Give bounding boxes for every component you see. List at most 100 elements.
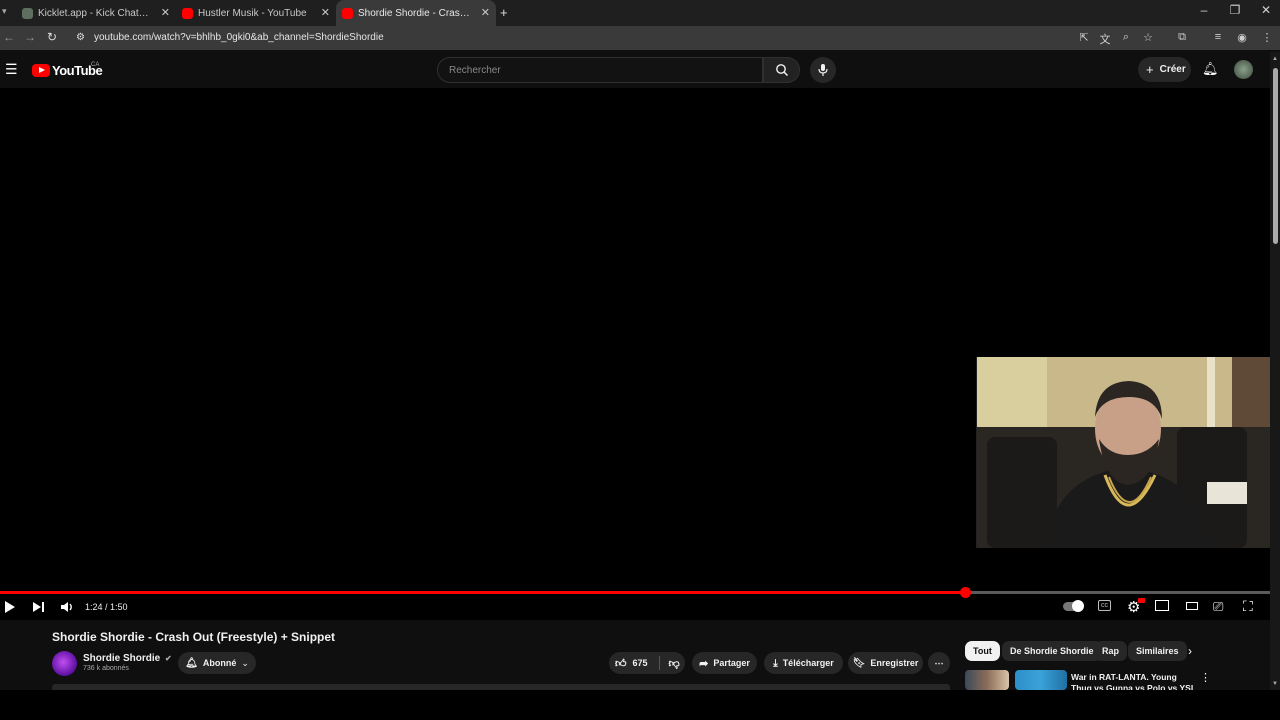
save-bookmark-icon: 🔖︎ (852, 657, 866, 669)
search-icon (776, 64, 789, 77)
chip-all[interactable]: Tout (965, 641, 1000, 661)
hamburger-menu-icon[interactable]: ☰ (5, 61, 18, 78)
create-button[interactable]: + Créer (1138, 57, 1191, 82)
recommendation-title[interactable]: War in RAT-LANTA. Young Thug vs Gunna vs… (1071, 672, 1196, 690)
autoplay-toggle-knob (1072, 600, 1084, 612)
address-bar-row: ← → ↻ ⚙ youtube.com/watch?v=bhlhb_0gki0&… (0, 26, 1280, 50)
bell-icon: 🔔︎ (185, 657, 198, 669)
time-display: 1:24 / 1:50 (85, 602, 128, 612)
profile-icon[interactable]: ◉ (1235, 31, 1249, 44)
chip-rap[interactable]: Rap (1094, 641, 1128, 661)
next-track-icon[interactable] (32, 600, 45, 614)
voice-search-button[interactable] (810, 57, 836, 83)
more-horizontal-icon: ⋯ (934, 657, 944, 668)
share-button[interactable]: ➦ Partager (692, 652, 757, 674)
subscribed-button[interactable]: 🔔︎ Abonné ⌄ (178, 652, 256, 674)
channel-avatar[interactable] (52, 651, 77, 676)
close-tab-icon[interactable]: ✕ (161, 6, 170, 19)
plus-icon: + (1146, 62, 1154, 77)
tab-label: Kicklet.app - Kick Chatbot and (38, 7, 150, 19)
subtitles-icon[interactable]: cc (1098, 600, 1111, 611)
download-icon: ⤓ (773, 657, 778, 669)
webcam-overlay (976, 357, 1280, 548)
tab-list-menu-icon[interactable]: ▾ (2, 6, 7, 17)
zoom-icon[interactable]: ⌕ (1119, 31, 1133, 44)
search-button[interactable] (763, 57, 800, 83)
reload-icon[interactable]: ↻ (47, 30, 57, 44)
theater-mode-icon[interactable] (1186, 602, 1198, 610)
country-code: CA (91, 62, 100, 68)
bookmark-star-icon[interactable]: ☆ (1141, 31, 1155, 44)
save-button[interactable]: 🔖︎ Enregistrer (848, 652, 923, 674)
like-count: 675 (632, 658, 648, 668)
share-arrow-icon: ➦ (699, 657, 709, 670)
chip-from-channel[interactable]: De Shordie Shordie (1002, 641, 1102, 661)
autoplay-toggle[interactable] (1063, 600, 1084, 612)
chevron-down-icon: ⌄ (241, 657, 249, 668)
new-tab-button[interactable]: + (500, 5, 508, 20)
share-label: Partager (713, 658, 750, 668)
cast-icon[interactable]: ⎚ (1213, 599, 1223, 615)
create-label: Créer (1159, 64, 1186, 75)
miniplayer-icon[interactable] (1155, 600, 1169, 611)
tab-label: Hustler Musik - YouTube (198, 7, 307, 19)
save-label: Enregistrer (870, 658, 919, 668)
subscribed-label: Abonné (202, 658, 237, 668)
fullscreen-icon[interactable]: ⛶ (1243, 598, 1253, 615)
youtube-header: ☰ YouTube CA Rechercher + Créer 🔔︎ (0, 52, 1280, 88)
forward-icon[interactable]: → (24, 30, 36, 44)
browser-tab-bar: ▾ Kicklet.app - Kick Chatbot and ✕ Hustl… (0, 0, 1280, 26)
play-icon[interactable] (4, 600, 16, 614)
extensions-icon[interactable]: ⧉ (1175, 31, 1189, 44)
browser-tab-kicklet[interactable]: Kicklet.app - Kick Chatbot and ✕ (16, 0, 176, 26)
chip-similar[interactable]: Similaires (1128, 641, 1187, 661)
download-button[interactable]: ⤓ Télécharger (764, 652, 843, 674)
subscriber-count: 736 k abonnés (83, 665, 129, 672)
url-field[interactable]: youtube.com/watch?v=bhlhb_0gki0&ab_chann… (94, 32, 384, 43)
channel-name-text: Shordie Shordie (83, 653, 161, 664)
hd-badge (1138, 598, 1145, 603)
chips-next-chevron-icon[interactable]: › (1188, 644, 1192, 658)
account-avatar[interactable] (1234, 60, 1253, 79)
like-dislike-group: 👍︎ 675 👎︎ (609, 652, 685, 674)
like-button[interactable]: 👍︎ 675 (615, 657, 648, 670)
scrollbar-thumb[interactable] (1273, 68, 1278, 244)
install-app-icon[interactable]: ⇱ (1077, 31, 1091, 44)
site-info-icon[interactable]: ⚙ (76, 32, 85, 43)
browser-tab-shordie[interactable]: Shordie Shordie - Crash Out (F ✕ (336, 0, 496, 26)
download-label: Télécharger (782, 658, 834, 668)
video-title: Shordie Shordie - Crash Out (Freestyle) … (52, 630, 336, 644)
progress-bar-fill (0, 591, 966, 594)
translate-icon[interactable]: 文 (1098, 31, 1112, 47)
thumbs-up-icon: 👍︎ (615, 657, 627, 670)
dislike-button-icon[interactable]: 👎︎ (669, 657, 680, 670)
recommendation-thumbnail[interactable] (965, 670, 1009, 690)
recommendation-thumbnail-2[interactable] (1015, 670, 1067, 690)
kicklet-favicon-icon (22, 8, 33, 19)
recommendation-more-icon[interactable]: ⋮ (1200, 671, 1211, 684)
channel-name[interactable]: Shordie Shordie ✔ (83, 653, 172, 664)
youtube-favicon-icon (342, 8, 353, 19)
browser-tab-hustler[interactable]: Hustler Musik - YouTube ✕ (176, 0, 336, 26)
minimize-icon[interactable]: – (1194, 3, 1214, 17)
media-control-icon[interactable]: ≡ (1211, 31, 1225, 43)
back-icon[interactable]: ← (3, 30, 15, 44)
close-tab-icon[interactable]: ✕ (481, 6, 490, 19)
notifications-bell-icon[interactable]: 🔔︎ (1202, 61, 1219, 77)
restore-icon[interactable]: ❐ (1225, 3, 1245, 17)
youtube-favicon-icon (182, 8, 193, 19)
more-actions-button[interactable]: ⋯ (928, 652, 950, 674)
search-input[interactable]: Rechercher (437, 57, 763, 83)
taskbar-strip (0, 690, 1280, 720)
scroll-down-icon[interactable]: ▼ (1272, 681, 1278, 687)
browser-menu-icon[interactable]: ⋮ (1260, 31, 1274, 44)
verified-check-icon: ✔ (165, 654, 172, 663)
scroll-up-icon[interactable]: ▲ (1272, 56, 1278, 62)
microphone-icon (818, 64, 828, 76)
youtube-play-logo-icon (32, 64, 50, 77)
volume-icon[interactable] (60, 600, 74, 614)
close-tab-icon[interactable]: ✕ (321, 6, 330, 19)
tab-label: Shordie Shordie - Crash Out (F (358, 7, 470, 19)
webcam-person-image (977, 357, 1280, 548)
close-window-icon[interactable]: ✕ (1256, 3, 1276, 17)
